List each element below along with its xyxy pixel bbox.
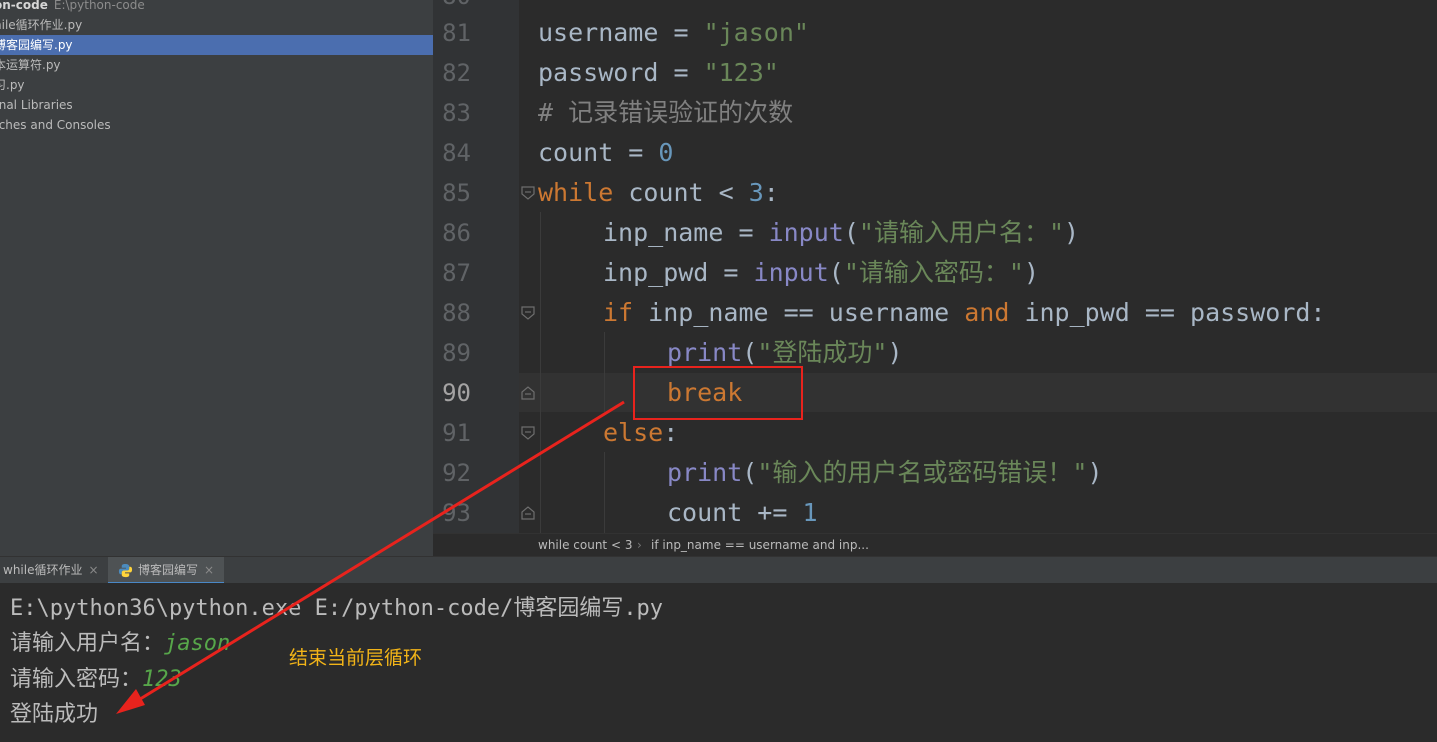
console-user-input: jason — [164, 631, 231, 656]
project-root-row[interactable]: on-code E:\python-code — [0, 0, 433, 15]
run-tab-bar: while循环作业 × 博客园编写 × — [0, 556, 1437, 584]
file-item-blog-writing[interactable]: 博客园编写.py — [0, 35, 433, 55]
console-user-input: 123 — [142, 667, 182, 692]
breadcrumb-if[interactable]: if inp_name == username and inp... — [651, 534, 869, 557]
line-number: 89 — [442, 339, 471, 367]
code-line-81: username = "jason" — [538, 18, 809, 47]
project-sidebar: on-code E:\python-code hile循环作业.py 博客园编写.… — [0, 0, 433, 556]
line-number: 93 — [442, 499, 471, 527]
run-tab-blog-writing[interactable]: 博客园编写 × — [108, 557, 224, 584]
file-item-while-homework[interactable]: hile循环作业.py — [0, 15, 433, 35]
breadcrumb: while count < 3 › if inp_name == usernam… — [433, 533, 1437, 557]
line-number: 81 — [442, 19, 471, 47]
code-line-83-comment: # 记录错误验证的次数 — [538, 98, 794, 127]
python-file-icon — [118, 563, 133, 578]
project-path: E:\python-code — [53, 0, 145, 12]
code-editor[interactable]: 80 81 82 83 84 85 86 87 88 89 90 91 92 9… — [433, 0, 1437, 533]
file-label: 习.py — [0, 78, 25, 92]
file-item-basic-operators[interactable]: 本运算符.py — [0, 55, 433, 75]
line-number: 87 — [442, 259, 471, 287]
console-prompt-password: 请输入密码：123 — [10, 667, 182, 692]
breadcrumb-separator: › — [637, 538, 642, 552]
fold-end-icon[interactable] — [521, 386, 535, 400]
console-prompt-username: 请输入用户名：jason — [10, 631, 231, 656]
project-name: on-code — [0, 0, 48, 12]
break-highlight-box — [633, 366, 803, 420]
line-number: 84 — [442, 139, 471, 167]
line-number: 80 — [433, 0, 471, 10]
scratches-consoles-item[interactable]: tches and Consoles — [0, 115, 433, 135]
file-label: 本运算符.py — [0, 58, 61, 72]
tab-close-icon[interactable]: × — [204, 563, 214, 577]
annotation-label: 结束当前层循环 — [289, 647, 423, 669]
breadcrumb-while[interactable]: while count < 3 — [538, 534, 632, 557]
line-number: 85 — [442, 179, 471, 207]
code-line-88: if inp_name == username and inp_pwd == p… — [603, 298, 1326, 327]
line-number: 91 — [442, 419, 471, 447]
fold-collapse-icon[interactable] — [521, 186, 535, 200]
line-number: 92 — [442, 459, 471, 487]
line-number: 82 — [442, 59, 471, 87]
code-line-84: count = 0 — [538, 138, 674, 167]
tab-close-icon[interactable]: × — [88, 563, 98, 577]
tab-label: 博客园编写 — [138, 563, 199, 577]
console-result-line: 登陆成功 — [10, 702, 99, 727]
line-number: 86 — [442, 219, 471, 247]
line-number: 88 — [442, 299, 471, 327]
code-line-85: while count < 3: — [538, 178, 779, 207]
code-line-82: password = "123" — [538, 58, 779, 87]
file-label: hile循环作业.py — [0, 18, 83, 32]
run-tab-while-homework[interactable]: while循环作业 × — [0, 557, 104, 584]
code-line-92: print("输入的用户名或密码错误！") — [667, 458, 1103, 487]
indent-guide — [540, 212, 541, 533]
tree-label: rnal Libraries — [0, 98, 73, 112]
file-label: 博客园编写.py — [0, 38, 73, 52]
indent-guide — [604, 332, 605, 412]
line-number: 83 — [442, 99, 471, 127]
tree-label: tches and Consoles — [0, 118, 111, 132]
tab-label: while循环作业 — [3, 563, 83, 577]
fold-collapse-icon[interactable] — [521, 426, 535, 440]
console-command-line: E:\python36\python.exe E:/python-code/博客… — [10, 596, 664, 621]
fold-end-icon[interactable] — [521, 506, 535, 520]
fold-collapse-icon[interactable] — [521, 306, 535, 320]
indent-guide — [604, 452, 605, 533]
code-line-93: count += 1 — [667, 498, 818, 527]
code-line-86: inp_name = input("请输入用户名：") — [603, 218, 1080, 247]
line-number-gutter: 80 81 82 83 84 85 86 87 88 89 90 91 92 9… — [433, 0, 519, 533]
file-item-practice[interactable]: 习.py — [0, 75, 433, 95]
run-console[interactable]: E:\python36\python.exe E:/python-code/博客… — [0, 583, 1437, 742]
external-libraries-item[interactable]: rnal Libraries — [0, 95, 433, 115]
code-line-87: inp_pwd = input("请输入密码：") — [603, 258, 1040, 287]
line-number-current: 90 — [442, 379, 471, 407]
